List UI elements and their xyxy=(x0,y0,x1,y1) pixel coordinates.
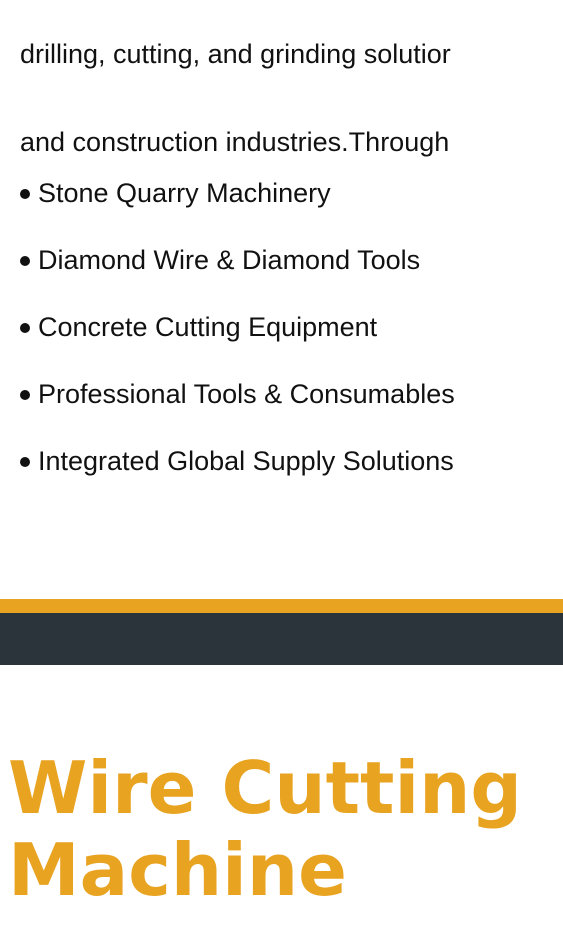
page-title-line-1: Wire Cutting xyxy=(8,746,522,830)
section-divider-band xyxy=(0,599,563,665)
feature-item-diamond-wire-tools: Diamond Wire & Diamond Tools xyxy=(20,227,563,294)
feature-item-stone-quarry-machinery: Stone Quarry Machinery xyxy=(20,160,563,227)
bullet-icon xyxy=(20,389,30,400)
page-title: Wire Cutting Machine xyxy=(8,747,522,911)
page-title-line-2: Machine xyxy=(8,828,347,912)
feature-item-integrated-supply: Integrated Global Supply Solutions xyxy=(20,428,563,495)
feature-list: Stone Quarry Machinery Diamond Wire & Di… xyxy=(20,160,563,495)
feature-item-concrete-cutting-equipment: Concrete Cutting Equipment xyxy=(20,294,563,361)
feature-label: Professional Tools & Consumables xyxy=(38,379,455,409)
feature-label: Concrete Cutting Equipment xyxy=(38,312,378,342)
bullet-icon xyxy=(20,322,30,333)
feature-label: Stone Quarry Machinery xyxy=(38,178,331,208)
intro-text: drilling, cutting, and grinding solutior… xyxy=(20,40,563,176)
bullet-icon xyxy=(20,188,30,199)
bullet-icon xyxy=(20,456,30,467)
feature-label: Diamond Wire & Diamond Tools xyxy=(38,245,421,275)
feature-label: Integrated Global Supply Solutions xyxy=(38,446,454,476)
intro-line-1: drilling, cutting, and grinding solutior xyxy=(20,40,451,69)
bullet-icon xyxy=(20,255,30,266)
feature-item-professional-tools: Professional Tools & Consumables xyxy=(20,361,563,428)
